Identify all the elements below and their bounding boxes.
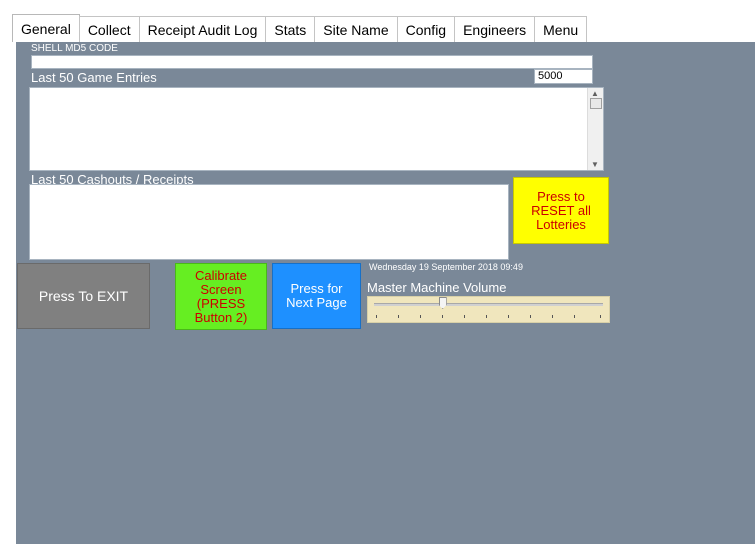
master-volume-slider[interactable]	[367, 296, 610, 323]
tab-engineers[interactable]: Engineers	[454, 16, 536, 42]
game-entries-label: Last 50 Game Entries	[31, 70, 157, 85]
slider-track	[374, 303, 603, 306]
slider-tick	[420, 315, 421, 318]
md5-label: SHELL MD5 CODE	[31, 43, 118, 54]
tab-receipt-audit-log[interactable]: Receipt Audit Log	[138, 16, 267, 42]
slider-tick	[600, 315, 601, 318]
slider-tick	[574, 315, 575, 318]
datetime-label: Wednesday 19 September 2018 09:49	[369, 262, 523, 272]
master-volume-label: Master Machine Volume	[367, 280, 507, 295]
next-page-button[interactable]: Press for Next Page	[272, 263, 361, 329]
tab-config[interactable]: Config	[396, 16, 456, 42]
scroll-thumb[interactable]	[590, 98, 602, 109]
reset-lotteries-button[interactable]: Press to RESET all Lotteries	[513, 177, 609, 244]
slider-tick	[508, 315, 509, 318]
scroll-up-icon[interactable]: ▲	[591, 89, 599, 98]
general-panel: SHELL MD5 CODE Last 50 Game Entries 5000…	[16, 42, 755, 544]
slider-tick	[552, 315, 553, 318]
slider-thumb[interactable]	[438, 297, 447, 309]
tab-collect[interactable]: Collect	[78, 16, 140, 42]
scroll-down-icon[interactable]: ▼	[591, 160, 599, 169]
slider-tick	[464, 315, 465, 318]
tab-stats[interactable]: Stats	[265, 16, 316, 42]
tab-site-name[interactable]: Site Name	[314, 16, 398, 42]
slider-tick	[376, 315, 377, 318]
md5-code-field[interactable]	[31, 55, 593, 69]
slider-tick	[486, 315, 487, 318]
slider-tick	[530, 315, 531, 318]
tab-menu[interactable]: Menu	[534, 16, 588, 42]
slider-tick	[398, 315, 399, 318]
tab-general[interactable]: General	[12, 14, 80, 42]
exit-button[interactable]: Press To EXIT	[17, 263, 150, 329]
game-entries-count-field[interactable]: 5000	[534, 69, 593, 84]
game-entries-list[interactable]: ▲ ▼	[29, 87, 604, 171]
tab-bar: General Collect Receipt Audit Log Stats …	[12, 14, 691, 42]
cashouts-list[interactable]	[29, 184, 509, 260]
tab-bar-spacer	[586, 16, 691, 42]
calibrate-screen-button[interactable]: Calibrate Screen (PRESS Button 2)	[175, 263, 267, 330]
game-entries-scrollbar[interactable]: ▲ ▼	[587, 88, 603, 170]
slider-tick	[442, 315, 443, 318]
